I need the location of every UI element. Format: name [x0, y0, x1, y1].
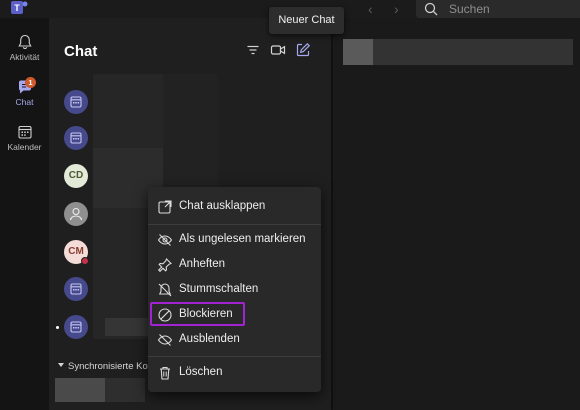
- rail-label-chat: Chat: [15, 97, 34, 107]
- chat-avatar-person[interactable]: [64, 202, 88, 226]
- highlight-box: [150, 302, 245, 326]
- chevron-down-icon: [58, 363, 64, 368]
- app-rail: Aktivität 1 Chat Kalender: [0, 18, 49, 410]
- trash-icon: [160, 366, 170, 380]
- conversation-header-blur: [343, 39, 373, 65]
- calendar-icon: [70, 132, 82, 144]
- menu-item-hide[interactable]: Ausblenden: [148, 328, 321, 352]
- section-header-synced-contacts[interactable]: Synchronisierte Kontakte: [58, 361, 148, 372]
- chat-preview-blur: [105, 318, 150, 336]
- menu-divider: [148, 224, 321, 225]
- menu-item-label: Chat ausklappen: [179, 200, 266, 212]
- chat-avatar-meeting[interactable]: [64, 90, 88, 114]
- chat-avatar-meeting[interactable]: [64, 277, 88, 301]
- chat-preview-blur: [105, 378, 145, 402]
- menu-item-label: Anheften: [179, 258, 226, 270]
- calendar-icon: [70, 283, 82, 295]
- avatar-initials: CM: [68, 246, 84, 257]
- calendar-icon: [70, 96, 82, 108]
- menu-item-label: Ausblenden: [179, 333, 240, 345]
- rail-item-calendar[interactable]: Kalender: [0, 124, 49, 166]
- teams-logo-icon: T: [11, 1, 28, 14]
- conversation-header-blur: [373, 39, 573, 65]
- presence-busy-icon: [81, 257, 89, 265]
- mark-unread-icon: [157, 234, 173, 246]
- menu-item-pin[interactable]: Anheften: [148, 253, 321, 277]
- rail-item-chat[interactable]: 1 Chat: [0, 77, 49, 121]
- new-chat-icon[interactable]: [295, 42, 311, 58]
- bell-icon: [17, 34, 32, 50]
- chat-context-menu: Chat ausklappen Als ungelesen markieren …: [148, 187, 321, 392]
- chat-badge: 1: [25, 77, 36, 88]
- menu-item-label: Löschen: [179, 366, 223, 378]
- rail-label-calendar: Kalender: [7, 142, 42, 152]
- conversation-pane: [333, 18, 580, 410]
- back-arrow-icon[interactable]: ‹: [368, 1, 373, 17]
- chat-avatar-initials[interactable]: CD: [64, 164, 88, 188]
- menu-item-label: Als ungelesen markieren: [179, 233, 306, 245]
- section-header-label: Synchronisierte Kontakte: [68, 361, 148, 372]
- pin-icon: [157, 258, 172, 273]
- menu-item-delete[interactable]: Löschen: [148, 361, 321, 385]
- chat-preview-blur: [55, 378, 105, 402]
- search-placeholder: Suchen: [449, 2, 490, 16]
- calendar-icon: [70, 321, 82, 333]
- search-icon: [424, 2, 438, 16]
- pop-out-icon: [158, 200, 172, 214]
- hide-icon: [157, 334, 173, 346]
- tooltip-new-chat: Neuer Chat: [269, 7, 344, 34]
- chat-avatar-initials[interactable]: CM: [64, 240, 89, 265]
- menu-item-pop-out[interactable]: Chat ausklappen: [148, 195, 321, 219]
- rail-item-activity[interactable]: Aktivität: [0, 34, 49, 76]
- unread-indicator: [56, 326, 59, 329]
- svg-text:T: T: [14, 3, 20, 13]
- menu-item-mark-unread[interactable]: Als ungelesen markieren: [148, 228, 321, 252]
- filter-icon[interactable]: [245, 42, 261, 58]
- menu-divider: [148, 356, 321, 357]
- mute-icon: [158, 283, 172, 297]
- forward-arrow-icon[interactable]: ›: [394, 1, 399, 17]
- menu-item-label: Stummschalten: [179, 283, 259, 295]
- chat-avatar-meeting[interactable]: [64, 315, 88, 339]
- person-icon: [69, 207, 83, 221]
- calendar-icon: [17, 125, 32, 139]
- page-title: Chat: [64, 43, 98, 60]
- rail-label-activity: Aktivität: [9, 52, 40, 62]
- menu-item-mute[interactable]: Stummschalten: [148, 278, 321, 302]
- chat-avatar-meeting[interactable]: [64, 126, 88, 150]
- video-call-icon[interactable]: [270, 42, 286, 58]
- search-box[interactable]: Suchen: [416, 0, 580, 18]
